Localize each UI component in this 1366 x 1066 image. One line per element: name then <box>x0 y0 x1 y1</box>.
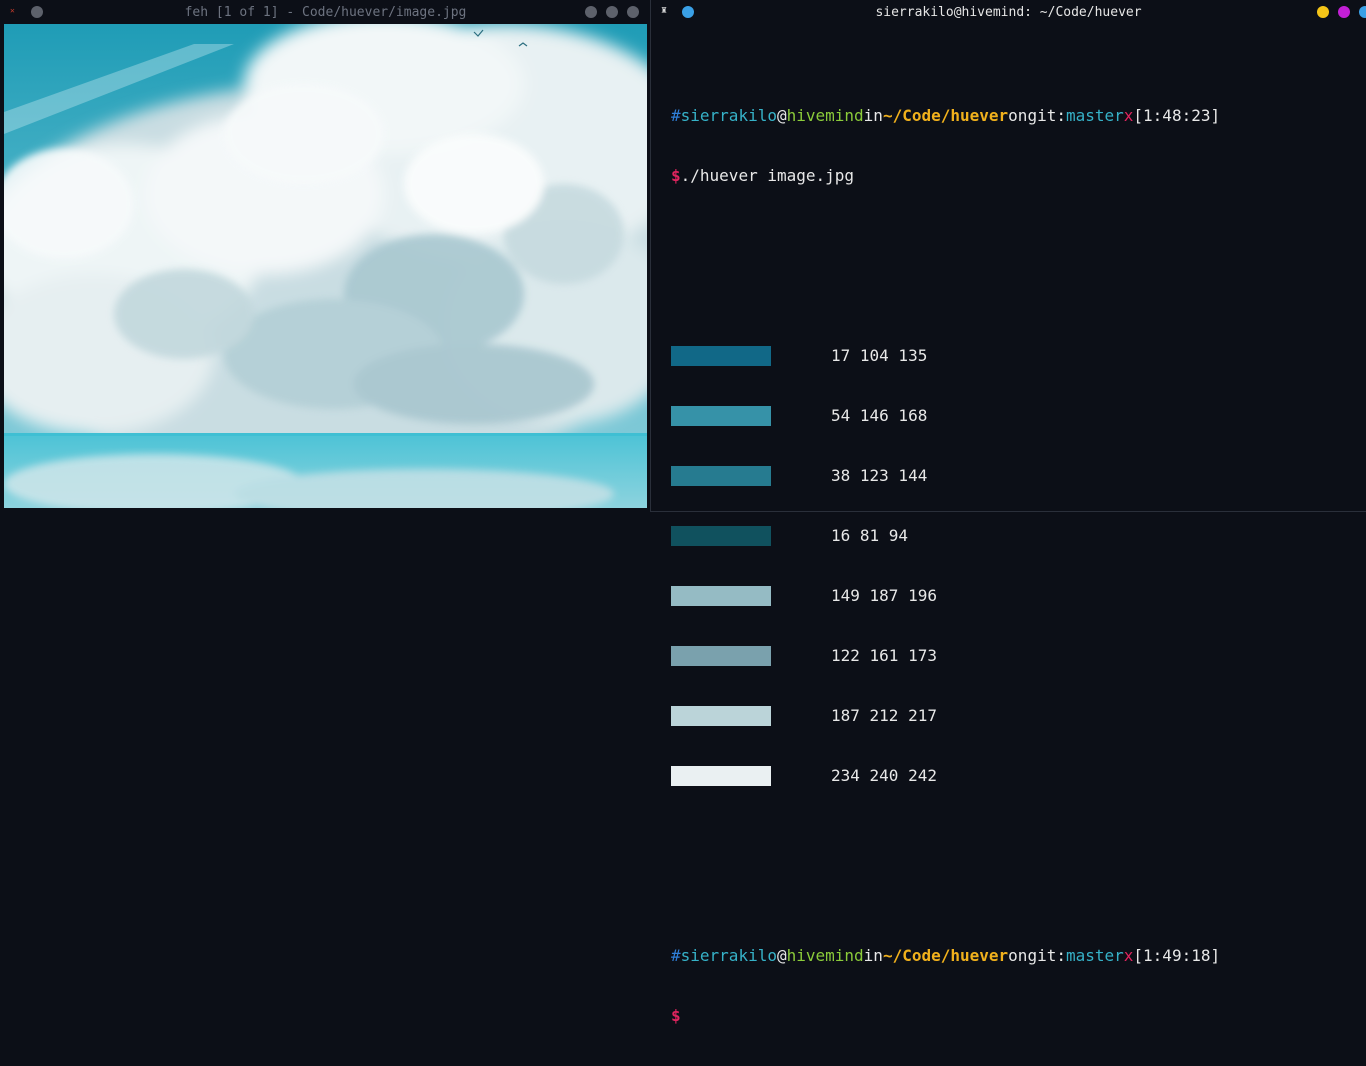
prompt-path: ~/Code/huever <box>882 946 1009 965</box>
prompt-on: on <box>1008 946 1028 965</box>
palette-swatch <box>671 586 771 606</box>
terminal-close-button[interactable] <box>1359 6 1366 18</box>
palette-swatch <box>671 346 771 366</box>
palette-row: 38 123 144 <box>671 466 1220 486</box>
palette-row: 54 146 168 <box>671 406 1220 426</box>
prompt-branch: master <box>1065 106 1124 125</box>
input-dollar: $ <box>671 1006 681 1025</box>
prompt-git: git: <box>1027 946 1066 965</box>
palette-rgb: 122 161 173 <box>831 646 937 665</box>
palette-swatch <box>671 406 771 426</box>
palette-row: 187 212 217 <box>671 706 1220 726</box>
terminal-minimize-button[interactable] <box>1317 6 1329 18</box>
prompt-on: on <box>1008 106 1028 125</box>
command-dollar: $ <box>671 166 681 185</box>
feh-titlebar[interactable]: ✕ feh [1 of 1] - Code/huever/image.jpg <box>4 0 647 24</box>
prompt-at: @ <box>776 106 787 125</box>
palette-swatch <box>671 706 771 726</box>
prompt-time: [1:49:18] <box>1133 946 1221 965</box>
terminal-maximize-button[interactable] <box>1338 6 1350 18</box>
terminal-output[interactable]: # sierrakilo @ hivemind in ~/Code/huever… <box>671 66 1220 1066</box>
palette-rgb: 16 81 94 <box>831 526 909 545</box>
palette-rgb: 234 240 242 <box>831 766 937 785</box>
feh-close-button[interactable] <box>627 6 639 18</box>
feh-app-icon: ✕ <box>10 6 15 15</box>
prompt-hash: # <box>671 106 681 125</box>
feh-window: ✕ feh [1 of 1] - Code/huever/image.jpg <box>4 0 647 508</box>
terminal-window-title: sierrakilo@hivemind: ~/Code/huever <box>875 4 1142 20</box>
terminal-menu-button[interactable] <box>682 6 694 18</box>
feh-window-title: feh [1 of 1] - Code/huever/image.jpg <box>184 4 467 20</box>
prompt-host: hivemind <box>786 106 864 125</box>
palette-row: 234 240 242 <box>671 766 1220 786</box>
command-line: $ ./huever image.jpg <box>671 166 1220 186</box>
feh-image[interactable] <box>4 24 647 508</box>
prompt-user: sierrakilo <box>680 946 777 965</box>
terminal-app-icon: ♜ <box>661 5 668 16</box>
palette-rgb: 38 123 144 <box>831 466 928 485</box>
prompt-host: hivemind <box>786 946 864 965</box>
palette-output: 17 104 135 54 146 168 38 123 144 16 81 9… <box>671 306 1220 826</box>
prompt-git: git: <box>1027 106 1066 125</box>
feh-maximize-button[interactable] <box>606 6 618 18</box>
palette-row: 122 161 173 <box>671 646 1220 666</box>
prompt-path: ~/Code/huever <box>882 106 1009 125</box>
palette-swatch <box>671 766 771 786</box>
palette-rgb: 187 212 217 <box>831 706 937 725</box>
palette-swatch <box>671 646 771 666</box>
prompt-user: sierrakilo <box>680 106 777 125</box>
prompt-time: [1:48:23] <box>1133 106 1221 125</box>
palette-row: 17 104 135 <box>671 346 1220 366</box>
prompt-at: @ <box>776 946 787 965</box>
terminal-titlebar[interactable]: ♜ sierrakilo@hivemind: ~/Code/huever <box>651 0 1366 24</box>
terminal-window[interactable]: ♜ sierrakilo@hivemind: ~/Code/huever # s… <box>650 0 1366 1025</box>
prompt-dirty: x <box>1123 106 1134 125</box>
palette-rgb: 54 146 168 <box>831 406 928 425</box>
palette-rgb: 17 104 135 <box>831 346 928 365</box>
palette-row: 149 187 196 <box>671 586 1220 606</box>
sky-clouds-image <box>4 24 647 508</box>
prompt-branch: master <box>1065 946 1124 965</box>
feh-menu-button[interactable] <box>31 6 43 18</box>
prompt-in: in <box>863 106 883 125</box>
prompt-dirty: x <box>1123 946 1134 965</box>
prompt-hash: # <box>671 946 681 965</box>
palette-rgb: 149 187 196 <box>831 586 937 605</box>
palette-swatch <box>671 466 771 486</box>
feh-minimize-button[interactable] <box>585 6 597 18</box>
prompt-in: in <box>863 946 883 965</box>
command-text: ./huever image.jpg <box>680 166 855 185</box>
palette-row: 16 81 94 <box>671 526 1220 546</box>
prompt-line-2: # sierrakilo @ hivemind in ~/Code/huever… <box>671 946 1220 966</box>
input-line[interactable]: $ <box>671 1006 1220 1026</box>
prompt-line-1: # sierrakilo @ hivemind in ~/Code/huever… <box>671 106 1220 126</box>
palette-swatch <box>671 526 771 546</box>
